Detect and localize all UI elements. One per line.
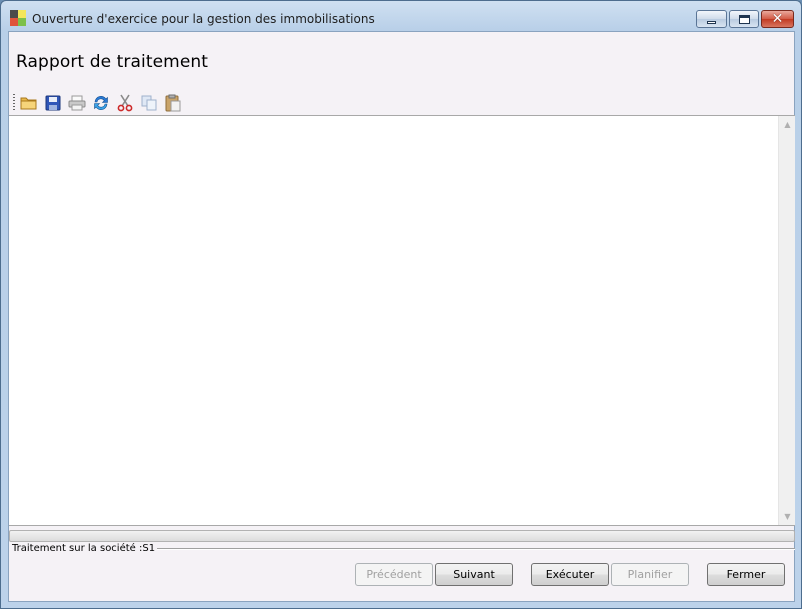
client-area: Rapport de traitement ▲ ▼ Traitement sur…	[8, 31, 795, 602]
close-button[interactable]: Fermer	[707, 563, 785, 586]
report-text-area[interactable]: ▲ ▼	[9, 115, 795, 526]
maximize-button[interactable]	[729, 10, 759, 28]
print-button[interactable]	[67, 93, 87, 113]
minimize-icon	[707, 20, 716, 24]
status-divider	[149, 548, 795, 550]
toolbar	[9, 90, 795, 114]
execute-button[interactable]: Exécuter	[531, 563, 609, 586]
status-text: Traitement sur la société :S1	[12, 543, 158, 554]
cut-button[interactable]	[115, 93, 135, 113]
next-button[interactable]: Suivant	[435, 563, 513, 586]
save-button[interactable]	[43, 93, 63, 113]
scroll-up-icon[interactable]: ▲	[779, 116, 796, 133]
maximize-icon	[738, 14, 750, 24]
close-window-button[interactable]: ✕	[761, 10, 794, 28]
application-window: Ouverture d'exercice pour la gestion des…	[0, 0, 802, 609]
paste-icon	[165, 94, 181, 112]
scissors-icon	[117, 94, 133, 112]
schedule-button[interactable]: Planifier	[611, 563, 689, 586]
vertical-scrollbar[interactable]: ▲ ▼	[778, 116, 795, 525]
status-group: Traitement sur la société :S1	[9, 543, 795, 555]
refresh-icon	[94, 96, 108, 110]
previous-button[interactable]: Précédent	[355, 563, 433, 586]
copy-icon	[141, 95, 157, 111]
open-button[interactable]	[19, 93, 39, 113]
app-icon	[10, 10, 26, 26]
printer-icon	[68, 95, 86, 111]
page-title: Rapport de traitement	[16, 52, 209, 72]
close-icon: ✕	[771, 11, 784, 27]
floppy-disk-icon	[45, 95, 61, 111]
copy-button[interactable]	[139, 93, 159, 113]
folder-icon	[20, 97, 37, 110]
refresh-button[interactable]	[91, 93, 111, 113]
toolbar-grip[interactable]	[13, 94, 15, 112]
title-bar[interactable]: Ouverture d'exercice pour la gestion des…	[1, 1, 801, 31]
window-title: Ouverture d'exercice pour la gestion des…	[32, 12, 375, 26]
progress-bar	[9, 530, 795, 542]
paste-button[interactable]	[163, 93, 183, 113]
minimize-button[interactable]	[696, 10, 727, 28]
scroll-down-icon[interactable]: ▼	[779, 508, 796, 525]
